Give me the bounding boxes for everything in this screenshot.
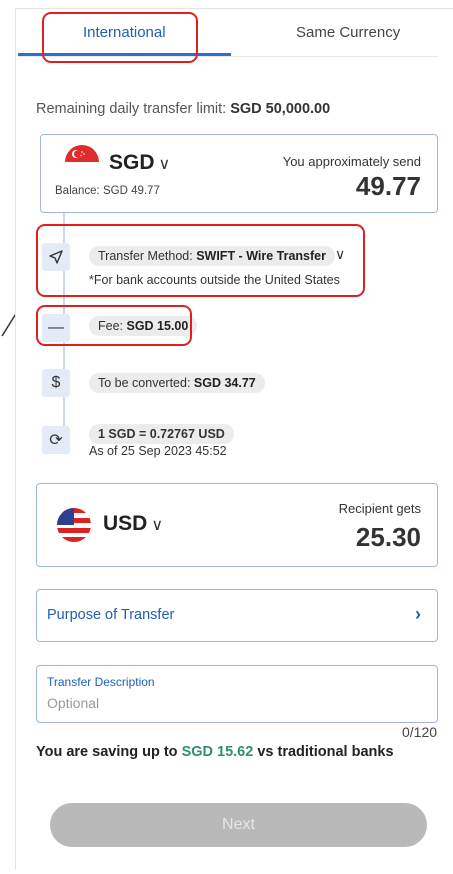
exchange-rate-value: 1 SGD = 0.72767 USD bbox=[98, 427, 225, 441]
send-amount-card[interactable]: SGD ∨ Balance: SGD 49.77 You approximatel… bbox=[40, 134, 438, 213]
receive-amount-card[interactable]: USD ∨ Recipient gets 25.30 bbox=[36, 483, 438, 567]
tab-active-indicator bbox=[18, 53, 231, 56]
transfer-method-note: *For bank accounts outside the United St… bbox=[89, 273, 340, 287]
tab-international[interactable]: International bbox=[83, 24, 166, 41]
transfer-description-label: Transfer Description bbox=[47, 675, 155, 689]
exchange-rate-date: As of 25 Sep 2023 45:52 bbox=[89, 444, 227, 458]
singapore-flag-icon bbox=[65, 145, 99, 179]
transfer-method-selector[interactable]: Transfer Method: SWIFT - Wire Transfer bbox=[89, 246, 335, 266]
fee-label: Fee: bbox=[98, 319, 124, 333]
chevron-right-icon: › bbox=[415, 604, 421, 624]
transfer-method-label: Transfer Method: bbox=[98, 249, 193, 263]
transfer-description-input[interactable] bbox=[47, 695, 427, 711]
convert-value: SGD 34.77 bbox=[193, 376, 256, 390]
savings-amount: SGD 15.62 bbox=[181, 744, 254, 760]
savings-suffix: vs traditional banks bbox=[257, 744, 394, 760]
exchange-rate: 1 SGD = 0.72767 USD bbox=[89, 424, 234, 444]
refresh-icon: ⟳ bbox=[42, 426, 70, 454]
chevron-down-icon: ∨ bbox=[151, 517, 164, 534]
fee-pill: Fee: SGD 15.00 bbox=[89, 316, 198, 336]
send-balance: Balance: SGD 49.77 bbox=[55, 185, 160, 197]
tab-same-currency[interactable]: Same Currency bbox=[296, 24, 400, 41]
receive-label: Recipient gets bbox=[338, 501, 421, 516]
convert-label: To be converted: bbox=[98, 376, 191, 390]
daily-limit-value: SGD 50,000.00 bbox=[230, 101, 331, 117]
receive-amount-value: 25.30 bbox=[355, 522, 421, 552]
send-plane-icon bbox=[42, 243, 70, 271]
chevron-down-icon: ∨ bbox=[158, 156, 171, 173]
description-char-counter: 0/120 bbox=[402, 724, 438, 740]
transfer-description-field[interactable]: Transfer Description bbox=[36, 665, 438, 723]
send-currency-selector[interactable]: SGD ∨ bbox=[109, 151, 170, 175]
send-amount-value[interactable]: 49.77 bbox=[356, 171, 421, 202]
minus-icon: — bbox=[42, 314, 70, 342]
daily-limit: Remaining daily transfer limit: SGD 50,0… bbox=[36, 101, 330, 117]
purpose-of-transfer-field[interactable]: Purpose of Transfer › bbox=[36, 589, 438, 642]
convert-pill: To be converted: SGD 34.77 bbox=[89, 373, 265, 393]
tab-divider bbox=[18, 56, 438, 57]
transfer-method-value: SWIFT - Wire Transfer bbox=[196, 249, 326, 263]
send-currency-code: SGD bbox=[109, 151, 155, 174]
next-button[interactable]: Next bbox=[50, 803, 427, 847]
chevron-down-icon[interactable]: ∨ bbox=[335, 246, 345, 263]
savings-prefix: You are saving up to bbox=[36, 744, 178, 760]
daily-limit-label: Remaining daily transfer limit: bbox=[36, 101, 227, 117]
fee-value: SGD 15.00 bbox=[126, 319, 189, 333]
receive-currency-code: USD bbox=[103, 512, 148, 535]
receive-currency-selector[interactable]: USD ∨ bbox=[103, 512, 163, 536]
send-label: You approximately send bbox=[282, 154, 421, 169]
savings-message: You are saving up to SGD 15.62 vs tradit… bbox=[36, 744, 394, 760]
dollar-icon: $ bbox=[42, 369, 70, 397]
purpose-label: Purpose of Transfer bbox=[47, 607, 175, 623]
us-flag-icon bbox=[57, 508, 91, 542]
